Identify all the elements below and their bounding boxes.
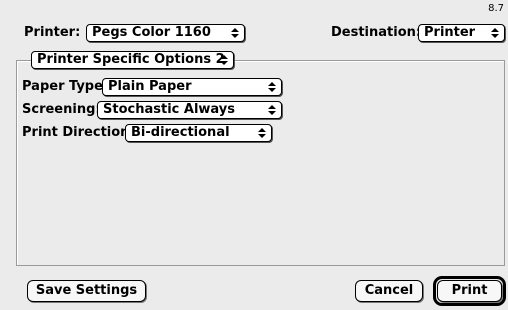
paper-type-value: Plain Paper [108,79,192,94]
updown-arrows-icon [258,128,266,138]
destination-popup[interactable]: Printer [418,24,505,42]
updown-arrows-icon [491,28,499,38]
print-direction-popup[interactable]: Bi-directional [125,124,272,142]
destination-popup-value: Printer [424,25,476,40]
updown-arrows-icon [220,55,228,65]
screening-label: Screening: [22,102,101,117]
version-label: 8.7 [488,3,504,14]
printer-popup[interactable]: Pegs Color 1160 [86,24,245,42]
save-settings-button[interactable]: Save Settings [27,280,146,302]
destination-label: Destination: [331,25,422,40]
updown-arrows-icon [268,105,276,115]
panel-selector-value: Printer Specific Options 2 [37,52,225,67]
printer-popup-value: Pegs Color 1160 [92,25,211,40]
paper-type-label: Paper Type: [22,79,109,94]
screening-popup[interactable]: Stochastic Always [97,101,282,119]
screening-value: Stochastic Always [103,102,235,117]
print-direction-value: Bi-directional [131,125,230,140]
panel-selector-popup[interactable]: Printer Specific Options 2 [31,51,234,69]
print-direction-label: Print Direction: [22,125,135,140]
updown-arrows-icon [268,82,276,92]
updown-arrows-icon [231,28,239,38]
cancel-button[interactable]: Cancel [355,280,423,302]
print-button[interactable]: Print [437,280,502,302]
printer-label: Printer: [24,25,81,40]
paper-type-popup[interactable]: Plain Paper [102,78,282,96]
